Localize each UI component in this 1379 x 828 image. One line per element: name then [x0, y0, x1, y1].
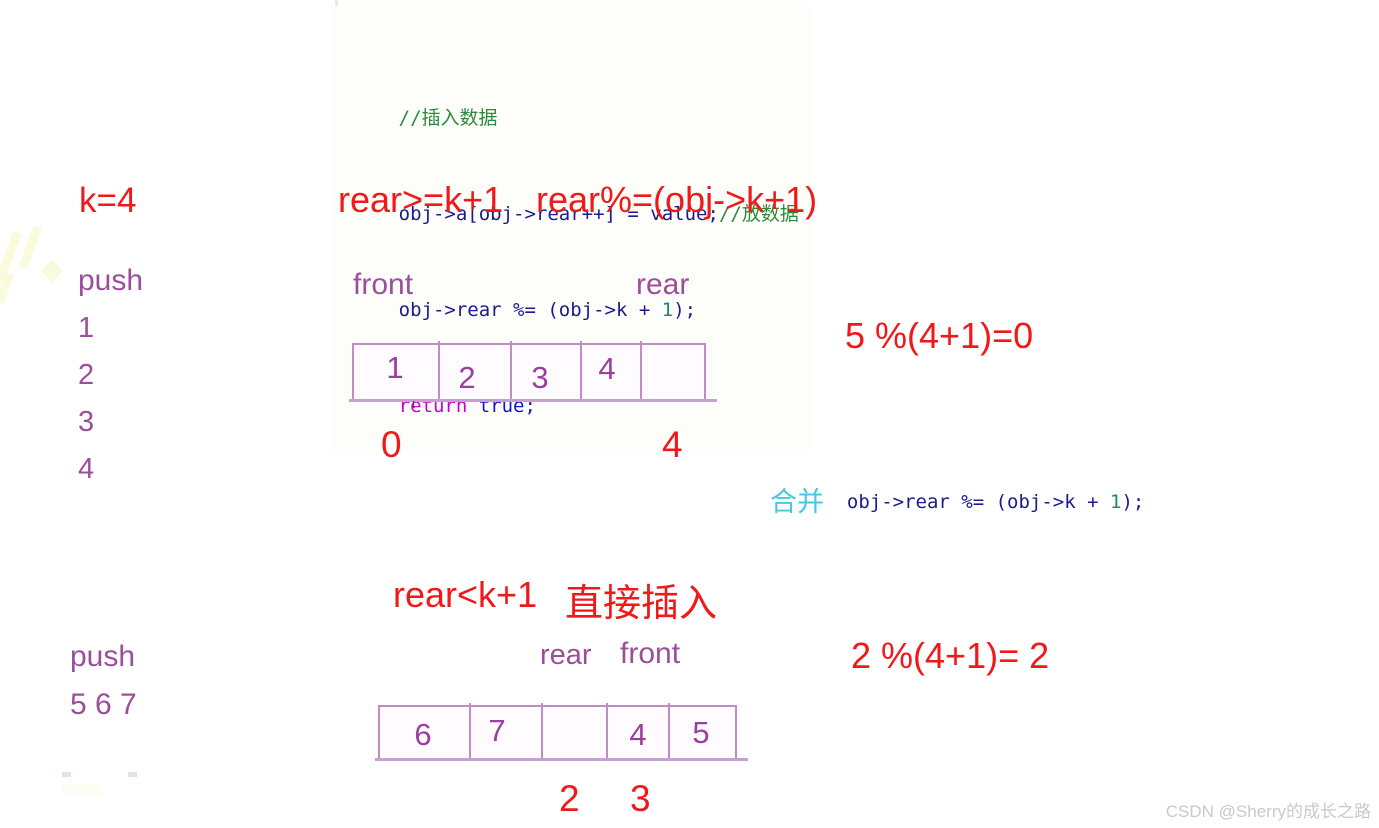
queue-cell-separator	[510, 341, 512, 402]
annotation-condition-direct-cn: 直接插入	[565, 583, 718, 625]
queue-cell-value: 6	[414, 717, 432, 752]
queue-bottom-index-label: 2	[559, 778, 580, 819]
queue-cell-value: 4	[629, 717, 647, 752]
edge-artifact-bottom	[62, 768, 182, 796]
queue-cell-value: 5	[692, 715, 710, 750]
queue-top-pointer-front: front	[353, 268, 414, 301]
code-token-plain: obj->rear %= (obj->k +	[398, 299, 662, 321]
queue-baseline	[375, 758, 749, 761]
queue-cell-separator	[541, 703, 543, 761]
merge-code-number: 1	[1110, 491, 1122, 513]
annotation-modulo-bottom: 2 %(4+1)= 2	[851, 635, 1050, 676]
annotation-condition-direct: rear<k+1	[393, 574, 538, 615]
edge-artifact-logo	[0, 224, 105, 304]
queue-bottom: 6 7 4 5	[375, 703, 749, 761]
annotation-condition-wrap: rear>=k+1	[338, 179, 504, 220]
watermark: CSDN @Sherry的成长之路	[1165, 802, 1371, 821]
queue-cell-value: 1	[386, 350, 404, 385]
push-list-item: 1	[78, 312, 95, 344]
push-list-item: 3	[78, 406, 95, 438]
queue-top-index-label: 4	[662, 424, 683, 465]
queue-top-tick-mark: I	[412, 400, 416, 411]
queue-top: 1 2 3 4	[349, 341, 718, 402]
merge-label: 合并	[770, 487, 824, 517]
annotation-k-value: k=4	[79, 181, 137, 220]
queue-cell-value: 2	[458, 360, 476, 395]
queue-cell-value: 3	[531, 360, 549, 395]
annotation-modulo-top: 5 %(4+1)=0	[845, 315, 1034, 356]
note-canvas: //插入数据 obj->a[obj->rear++] = value;//放数据…	[0, 0, 1379, 828]
queue-cell-separator	[640, 341, 642, 402]
code-token-plain: );	[673, 299, 697, 321]
queue-baseline	[349, 399, 718, 402]
merge-code-plain-tail: );	[1121, 491, 1145, 513]
queue-cell-separator	[469, 703, 471, 761]
push-list-item: 2	[78, 359, 95, 391]
queue-cell-separator	[438, 341, 440, 402]
queue-cell-separator	[606, 703, 608, 761]
queue-bottom-pointer-front: front	[620, 637, 681, 670]
merge-code-plain: obj->rear %= (obj->k +	[846, 491, 1110, 513]
queue-bottom-index-label: 3	[630, 778, 651, 819]
code-line-1: //插入数据	[330, 70, 810, 129]
push-list-title: push	[70, 640, 136, 673]
annotation-formula-wrap: rear%=(obj->k+1)	[536, 179, 818, 220]
merge-code: obj->rear %= (obj->k + 1);	[824, 491, 1144, 513]
queue-top-pointer-rear: rear	[636, 268, 690, 301]
code-token-comment: //插入数据	[398, 107, 498, 129]
push-list-item: 4	[78, 453, 95, 485]
queue-top-index-label: 0	[381, 424, 402, 465]
code-token-number: 1	[661, 299, 674, 321]
queue-cell-value: 4	[598, 351, 616, 386]
queue-cell-separator	[668, 703, 670, 761]
queue-cell-separator	[580, 341, 582, 402]
queue-bottom-pointer-rear: rear	[540, 639, 592, 671]
merge-row: 合并 obj->rear %= (obj->k + 1);	[770, 480, 1144, 519]
queue-cell-value: 7	[488, 713, 506, 748]
push-list-item: 5 6 7	[70, 688, 137, 721]
